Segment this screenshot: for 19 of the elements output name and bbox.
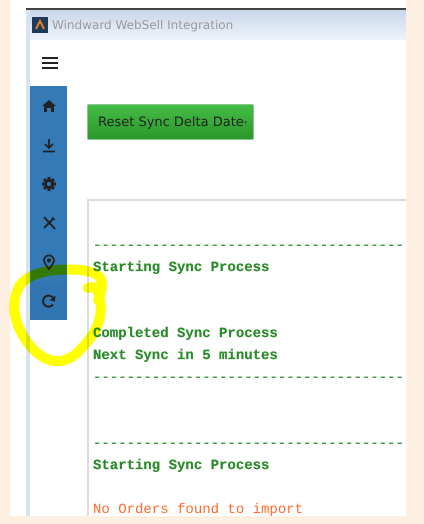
sync-button[interactable] (30, 281, 67, 320)
dashed-separator: ------------------------------------- (93, 369, 404, 388)
map-pin-icon (40, 254, 56, 270)
reset-sync-button[interactable]: Reset Sync Delta Date (87, 104, 254, 140)
log-message: Starting Sync Process (93, 259, 270, 278)
warning-message: No Orders found to import (93, 501, 304, 516)
dashed-separator: ------------------------------------- (93, 237, 404, 256)
download-icon (40, 136, 56, 152)
menu-icon[interactable] (42, 57, 58, 69)
log-message: Next Sync in 5 minutes (93, 347, 278, 366)
crossed-tools-icon (40, 214, 56, 230)
settings-icon (40, 176, 56, 192)
log-message: Starting Sync Process (93, 457, 270, 476)
app-logo-icon (32, 17, 48, 33)
window-title: Windward WebSell Integration (52, 18, 234, 32)
refresh-icon (40, 292, 56, 308)
home-button[interactable] (30, 86, 67, 125)
home-icon (40, 98, 56, 114)
dashed-separator: ------------------------------------- (93, 435, 404, 454)
